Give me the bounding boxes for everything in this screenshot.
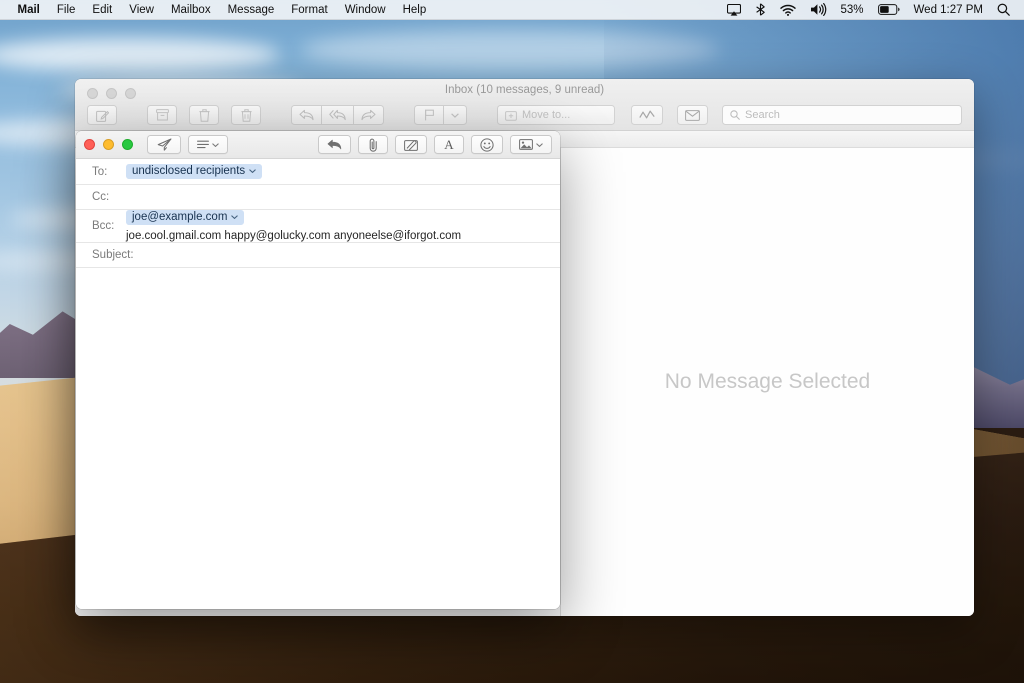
menu-item-window[interactable]: Window — [336, 0, 394, 20]
compose-icon[interactable] — [87, 105, 117, 125]
markup-icon — [404, 139, 418, 151]
bcc-field-input[interactable]: joe@example.com joe.cool.gmail.com happy… — [126, 210, 546, 242]
flag-group — [414, 105, 467, 125]
markup-button[interactable] — [395, 135, 427, 154]
menu-bar-clock[interactable]: Wed 1:27 PM — [908, 4, 989, 16]
chevron-down-icon[interactable] — [444, 105, 467, 125]
compose-body-editor[interactable] — [76, 268, 560, 609]
bcc-field-label: Bcc: — [92, 220, 115, 232]
menu-bar-status-items: 53% Wed 1:27 PM — [721, 3, 1024, 16]
move-to-icon — [505, 110, 517, 121]
recipient-token[interactable]: undisclosed recipients — [126, 164, 263, 179]
move-to-button[interactable]: Move to... — [497, 105, 615, 125]
paperclip-icon — [368, 138, 379, 152]
compose-toolbar: A — [76, 131, 560, 159]
mail-window-title: Inbox (10 messages, 9 unread) — [444, 84, 605, 96]
reply-all-icon[interactable] — [322, 105, 354, 125]
menu-item-view[interactable]: View — [121, 0, 163, 20]
to-field-label: To: — [92, 165, 108, 178]
compose-message-window[interactable]: A To: undisclosed recipients Cc: Bcc: jo… — [76, 131, 560, 609]
reply-group — [291, 105, 384, 125]
minimize-button[interactable] — [103, 139, 114, 150]
mail-toolbar: Move to... Search — [75, 99, 974, 131]
menu-item-file[interactable]: File — [48, 0, 84, 20]
flag-icon[interactable] — [414, 105, 444, 125]
search-icon — [730, 110, 740, 120]
battery-percent-label: 53% — [840, 3, 864, 16]
move-to-label: Move to... — [522, 109, 571, 121]
mail-window-titlebar: Inbox (10 messages, 9 unread) Move to...… — [75, 79, 974, 131]
compose-format-buttons: A — [318, 135, 552, 154]
chevron-down-icon — [536, 142, 543, 147]
zoom-button[interactable] — [122, 139, 133, 150]
chevron-down-icon — [212, 142, 219, 147]
menu-item-mail[interactable]: Mail — [9, 0, 48, 20]
close-button[interactable] — [84, 139, 95, 150]
send-paper-plane-icon — [157, 138, 172, 151]
photo-browser-button[interactable] — [510, 135, 552, 154]
emoji-button[interactable] — [471, 135, 503, 154]
chevron-down-icon[interactable] — [231, 215, 239, 219]
junk-icon[interactable] — [189, 105, 219, 125]
battery-icon[interactable] — [872, 4, 906, 15]
emoji-smiley-icon — [480, 137, 494, 152]
attach-button[interactable] — [358, 135, 388, 154]
menu-bar-items: Mail File Edit View Mailbox Message Form… — [0, 0, 435, 20]
recipient-token-label: joe@example.com — [132, 211, 228, 223]
menu-item-message[interactable]: Message — [219, 0, 283, 20]
reply-button[interactable] — [318, 135, 351, 154]
volume-icon[interactable] — [804, 3, 833, 16]
header-fields-button[interactable] — [188, 135, 228, 154]
compose-header-fields: To: undisclosed recipients Cc: Bcc: joe@… — [76, 159, 560, 268]
cc-field-label: Cc: — [92, 191, 110, 203]
menu-item-format[interactable]: Format — [283, 0, 336, 20]
search-field[interactable]: Search — [722, 105, 962, 125]
no-message-selected-label: No Message Selected — [664, 370, 871, 393]
activity-icon[interactable] — [631, 105, 663, 125]
recipient-token[interactable]: joe@example.com — [126, 210, 245, 225]
chevron-down-icon[interactable] — [249, 169, 257, 173]
subject-field-label: Subject: — [92, 249, 134, 261]
airplay-icon[interactable] — [721, 3, 747, 16]
envelope-icon[interactable] — [677, 105, 708, 125]
archive-icon[interactable] — [147, 105, 177, 125]
bluetooth-icon[interactable] — [749, 3, 772, 16]
to-field-row[interactable]: To: undisclosed recipients — [76, 159, 560, 185]
wifi-icon[interactable] — [774, 4, 802, 16]
trash-icon[interactable] — [231, 105, 261, 125]
menu-item-help[interactable]: Help — [394, 0, 435, 20]
menu-item-edit[interactable]: Edit — [84, 0, 121, 20]
search-placeholder: Search — [745, 109, 780, 121]
forward-icon[interactable] — [354, 105, 384, 125]
format-label: A — [444, 136, 454, 152]
cc-field-input[interactable] — [126, 188, 546, 206]
recipient-token-label: undisclosed recipients — [132, 165, 246, 177]
menu-item-mailbox[interactable]: Mailbox — [162, 0, 219, 20]
reply-icon[interactable] — [291, 105, 322, 125]
spotlight-search-icon[interactable] — [991, 3, 1016, 16]
send-button[interactable] — [147, 135, 181, 154]
compose-traffic-lights — [84, 139, 133, 150]
reply-arrow-icon — [327, 139, 342, 150]
header-fields-icon — [197, 140, 209, 150]
photo-browser-icon — [519, 139, 533, 150]
bcc-field-row[interactable]: Bcc: joe@example.com joe.cool.gmail.com … — [76, 210, 560, 243]
message-reading-pane: No Message Selected — [561, 148, 974, 616]
subject-field-input[interactable] — [140, 246, 546, 264]
to-field-input[interactable]: undisclosed recipients — [126, 163, 546, 181]
menu-bar: Mail File Edit View Mailbox Message Form… — [0, 0, 1024, 20]
cc-field-row[interactable]: Cc: — [76, 185, 560, 210]
bcc-field-text: joe.cool.gmail.com happy@golucky.com any… — [126, 230, 462, 242]
subject-field-row[interactable]: Subject: — [76, 243, 560, 268]
format-button[interactable]: A — [434, 135, 464, 154]
